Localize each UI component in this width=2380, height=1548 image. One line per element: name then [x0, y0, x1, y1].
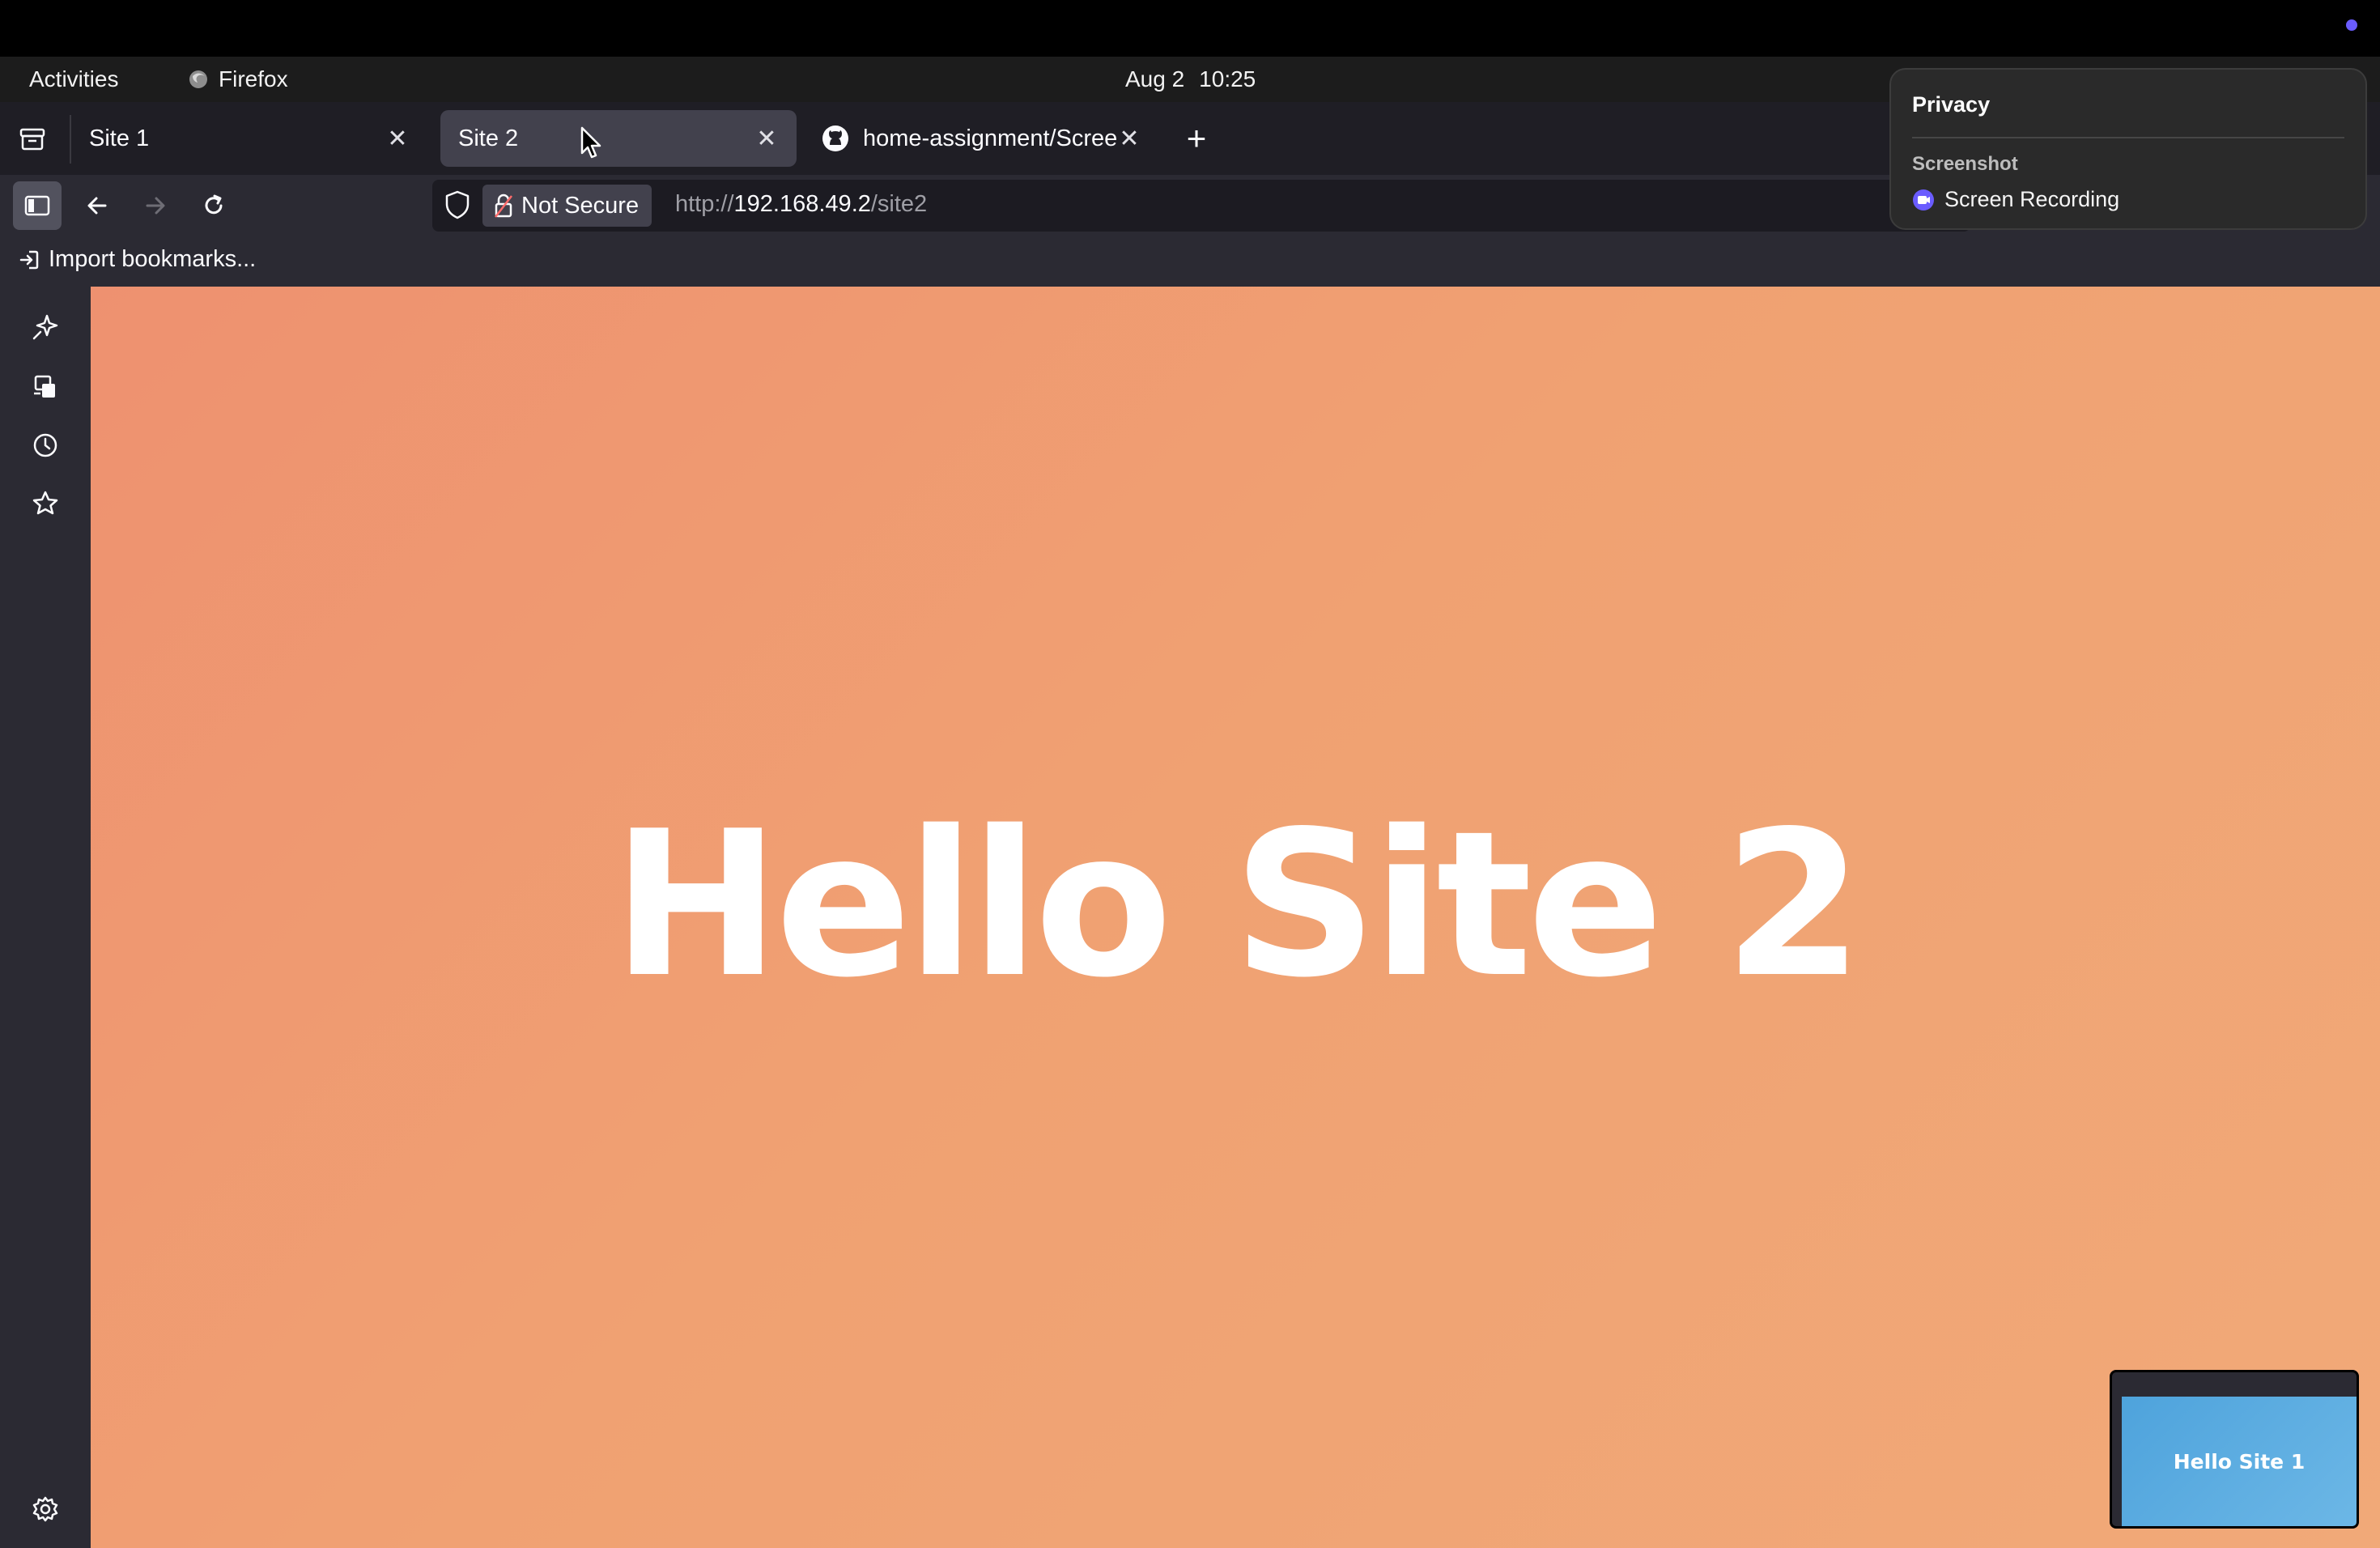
settings-icon[interactable] [24, 1488, 66, 1530]
history-icon[interactable] [24, 424, 66, 466]
activities-button[interactable]: Activities [29, 66, 118, 92]
screen-recording-item[interactable]: Screen Recording [1912, 187, 2344, 212]
import-bookmarks-button[interactable]: Import bookmarks... [18, 246, 256, 273]
insecure-lock-icon [494, 193, 513, 219]
thumbnail-heading: Hello Site 1 [2173, 1449, 2306, 1474]
tab-site-1[interactable]: Site 1 ✕ [71, 110, 427, 167]
privacy-section-heading: Screenshot [1912, 153, 2018, 175]
recording-indicator[interactable] [2346, 19, 2357, 31]
url-scheme: http:// [675, 191, 734, 217]
import-bookmarks-label: Import bookmarks... [49, 246, 257, 272]
divider [1912, 137, 2344, 138]
mouse-cursor-icon [580, 126, 604, 160]
clock-date: Aug 2 [1125, 66, 1185, 91]
close-icon[interactable]: ✕ [385, 125, 410, 153]
tracking-protection-icon[interactable] [444, 189, 471, 220]
github-icon [821, 124, 850, 153]
tab-title: Site 1 [89, 125, 150, 151]
not-secure-label: Not Secure [521, 192, 640, 219]
tab-site-2[interactable]: Site 2 ✕ [440, 110, 797, 167]
page-heading: Hello Site 2 [612, 789, 1864, 1022]
url-bar[interactable]: Not Secure http://192.168.49.2/site2 [432, 180, 1970, 232]
firefox-icon [188, 69, 209, 90]
sidebar [0, 287, 91, 1548]
url-host: 192.168.49.2 [733, 191, 871, 217]
tab-title: Site 2 [458, 125, 519, 151]
close-icon[interactable]: ✕ [1117, 125, 1141, 153]
synced-tabs-icon[interactable] [24, 366, 66, 408]
sidebar-toggle-button[interactable] [13, 181, 62, 230]
sidebar-icon [24, 195, 50, 216]
system-top-bar [0, 0, 2380, 57]
clock-time: 10:25 [1199, 66, 1256, 91]
new-tab-button[interactable]: + [1172, 120, 1221, 157]
ai-chatbot-icon[interactable] [24, 306, 66, 348]
page-content: Hello Site 2 [91, 287, 2380, 1548]
thumbnail-page: Hello Site 1 [2122, 1397, 2357, 1526]
screen-recording-icon [1912, 189, 1935, 211]
thumbnail-browser-chrome [2112, 1372, 2357, 1397]
forward-button[interactable] [131, 181, 180, 230]
screen-recording-label: Screen Recording [1944, 187, 2120, 211]
url-path: /site2 [870, 191, 928, 217]
import-icon [18, 249, 40, 271]
window-thumbnail[interactable]: Hello Site 1 [2110, 1370, 2359, 1529]
close-icon[interactable]: ✕ [754, 125, 779, 153]
reload-button[interactable] [189, 181, 238, 230]
back-button[interactable] [73, 181, 121, 230]
clock[interactable]: Aug 2 10:25 [1125, 66, 1256, 92]
firefox-view-icon [19, 128, 45, 151]
forward-arrow-icon [146, 197, 165, 215]
reload-icon [205, 194, 223, 215]
site-security-indicator[interactable]: Not Secure [482, 185, 652, 227]
bookmarks-toolbar: Import bookmarks... [0, 236, 2380, 287]
privacy-title: Privacy [1912, 92, 1991, 117]
bookmarks-icon[interactable] [24, 483, 66, 525]
app-menu-label: Firefox [219, 66, 288, 91]
back-arrow-icon [87, 197, 107, 215]
tab-github[interactable]: home-assignment/Screen ✕ [803, 110, 1159, 167]
url-text[interactable]: http://192.168.49.2/site2 [675, 191, 927, 218]
firefox-view-button[interactable] [11, 121, 53, 157]
app-menu[interactable]: Firefox [188, 66, 288, 92]
tab-title: home-assignment/Screen [863, 125, 1117, 151]
thumbnail-sidebar [2112, 1397, 2122, 1526]
privacy-popover: Privacy Screenshot Screen Recording [1889, 68, 2367, 230]
